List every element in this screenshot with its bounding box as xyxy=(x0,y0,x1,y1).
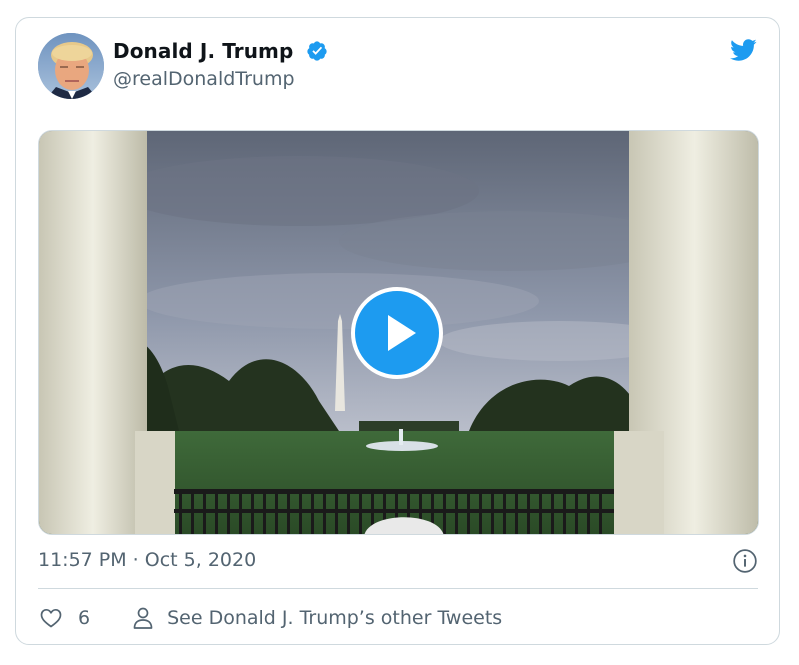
play-icon xyxy=(388,315,416,351)
divider xyxy=(38,588,758,589)
play-button[interactable] xyxy=(351,287,443,379)
twitter-bird-icon[interactable] xyxy=(727,36,759,64)
author-name[interactable]: Donald J. Trump xyxy=(113,39,293,63)
person-icon xyxy=(133,607,153,629)
info-icon[interactable] xyxy=(732,548,758,574)
like-button[interactable]: 6 xyxy=(38,606,90,630)
avatar[interactable] xyxy=(38,33,104,99)
like-count: 6 xyxy=(78,607,91,629)
heart-icon xyxy=(40,608,62,628)
author-handle[interactable]: @realDonaldTrump xyxy=(113,68,295,90)
see-other-tweets-link[interactable]: See Donald J. Trump’s other Tweets xyxy=(132,606,502,630)
video-player[interactable] xyxy=(38,130,759,535)
tweet-card: Donald J. Trump @realDonaldTrump 11:57 P… xyxy=(15,17,780,645)
see-other-tweets-label: See Donald J. Trump’s other Tweets xyxy=(167,607,503,629)
tweet-timestamp[interactable]: 11:57 PM · Oct 5, 2020 xyxy=(38,549,256,571)
verified-badge-icon xyxy=(307,41,327,61)
tweet-actions: 6 See Donald J. Trump’s other Tweets xyxy=(38,603,502,633)
